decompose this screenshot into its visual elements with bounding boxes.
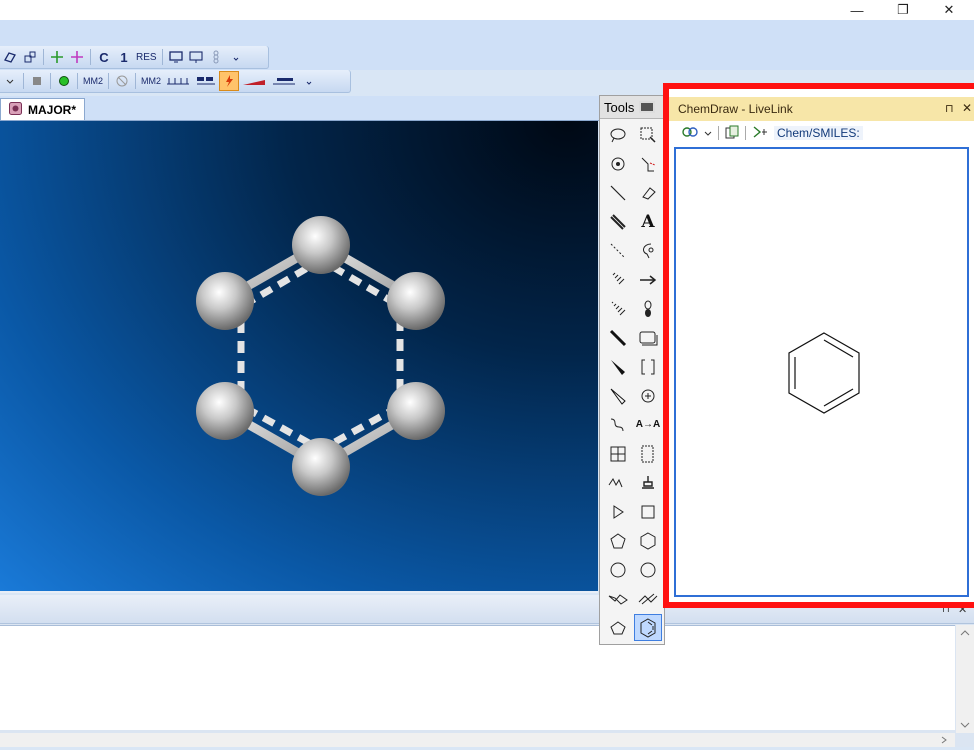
mapping-icon[interactable]: A→A xyxy=(634,411,662,438)
multiple-bond-icon[interactable] xyxy=(604,208,632,235)
translate-tool-icon[interactable] xyxy=(20,47,40,67)
eraser-icon[interactable] xyxy=(634,179,662,206)
monitor-icon[interactable] xyxy=(186,47,206,67)
output-panel: ⊓ ✕ xyxy=(0,595,974,747)
wavy-bond-icon[interactable] xyxy=(604,411,632,438)
grid-tool-icon[interactable] xyxy=(193,71,219,91)
rotate-atom-icon[interactable] xyxy=(604,150,632,177)
square-icon[interactable] xyxy=(634,498,662,525)
lasso-icon[interactable] xyxy=(604,121,632,148)
chair2-icon[interactable] xyxy=(634,585,662,612)
pen-icon[interactable] xyxy=(634,237,662,264)
output-text-area[interactable] xyxy=(0,625,955,730)
chair-icon[interactable] xyxy=(604,585,632,612)
hashed-wedge-icon[interactable] xyxy=(604,295,632,322)
tools-palette-header: Tools xyxy=(600,96,664,119)
dashed-bond-icon[interactable] xyxy=(604,237,632,264)
mm2-dynamics-button[interactable]: MM2 xyxy=(139,71,163,91)
benzene-structure-2d xyxy=(788,332,860,414)
display-icon[interactable] xyxy=(166,47,186,67)
disabled-icon[interactable] xyxy=(112,71,132,91)
hashed-bond-icon[interactable] xyxy=(604,266,632,293)
carbon-atom[interactable] xyxy=(387,272,445,330)
palette-menu-icon[interactable] xyxy=(639,101,656,113)
drawing-rect-icon[interactable] xyxy=(634,324,662,351)
play-icon[interactable] xyxy=(604,498,632,525)
minimize-button[interactable]: — xyxy=(834,0,880,20)
livelink-title-bar: ChemDraw - LiveLink ⊓ ✕ xyxy=(669,97,974,121)
livelink-title: ChemDraw - LiveLink xyxy=(678,102,793,116)
carbon-label-button[interactable]: C xyxy=(94,47,114,67)
residue-button[interactable]: RES xyxy=(134,47,159,67)
smiles-import-icon[interactable] xyxy=(752,125,768,142)
carbon-atom[interactable] xyxy=(196,382,254,440)
wedge-bond-icon[interactable] xyxy=(604,353,632,380)
tools-grid: A A→A xyxy=(600,119,664,643)
chain-icon[interactable] xyxy=(206,47,226,67)
table-icon[interactable] xyxy=(604,440,632,467)
benzene-ring-icon[interactable] xyxy=(634,614,662,641)
restore-button[interactable]: ❐ xyxy=(880,0,926,20)
overflow-chevron-icon[interactable] xyxy=(226,47,246,67)
rotate-tool-icon[interactable] xyxy=(0,47,20,67)
title-bar: — ❐ ✕ xyxy=(0,0,974,20)
dropdown-chevron-icon[interactable] xyxy=(704,126,712,140)
line-style-icon[interactable] xyxy=(269,71,299,91)
single-bond-icon[interactable] xyxy=(604,179,632,206)
pin-icon[interactable]: ⊓ xyxy=(945,102,954,115)
move-object-icon[interactable] xyxy=(47,47,67,67)
orbital-icon[interactable] xyxy=(634,295,662,322)
toolbar-row-2: MM2 MM2 xyxy=(0,70,351,93)
close-icon[interactable]: ✕ xyxy=(962,101,972,115)
arrow-icon[interactable] xyxy=(634,266,662,293)
horizontal-scrollbar[interactable] xyxy=(0,733,955,747)
tlc-plate-icon[interactable] xyxy=(634,440,662,467)
toolbar-row-1: C 1 RES xyxy=(0,46,269,69)
spectrum-icon[interactable] xyxy=(604,469,632,496)
pentagon-icon[interactable] xyxy=(604,527,632,554)
tools-title: Tools xyxy=(604,99,635,115)
livelink-panel-highlight: ChemDraw - LiveLink ⊓ ✕ Chem/SMILES: xyxy=(663,83,974,608)
stamp-icon[interactable] xyxy=(634,469,662,496)
dropdown-chevron-icon[interactable] xyxy=(0,71,20,91)
document-tabstrip: MAJOR* xyxy=(0,96,600,121)
bracket-icon[interactable] xyxy=(634,353,662,380)
benzene-3d-model xyxy=(196,216,445,496)
move-view-icon[interactable] xyxy=(67,47,87,67)
chem-smiles-button[interactable]: Chem/SMILES: xyxy=(774,126,863,140)
tab-label: MAJOR* xyxy=(28,102,77,117)
green-dot-icon[interactable] xyxy=(54,71,74,91)
bold-bond-icon[interactable] xyxy=(604,324,632,351)
molecule-3d-view[interactable] xyxy=(0,121,598,593)
carbon-atom[interactable] xyxy=(196,272,254,330)
hollow-wedge-icon[interactable] xyxy=(604,382,632,409)
color-ramp-icon[interactable] xyxy=(239,71,269,91)
mm2-minimize-button[interactable]: MM2 xyxy=(81,71,105,91)
marquee-icon[interactable] xyxy=(634,121,662,148)
sync-icon[interactable] xyxy=(682,125,698,142)
molecule-file-icon xyxy=(9,101,22,118)
carbon-atom[interactable] xyxy=(292,216,350,274)
cyclopentane-icon[interactable] xyxy=(604,614,632,641)
heptagon-icon[interactable] xyxy=(604,556,632,583)
close-button[interactable]: ✕ xyxy=(926,0,972,20)
text-tool-icon[interactable]: A xyxy=(634,208,662,235)
tools-palette: Tools A A→A xyxy=(599,95,665,645)
serial-number-button[interactable]: 1 xyxy=(114,47,134,67)
octagon-icon[interactable] xyxy=(634,556,662,583)
hexagon-icon[interactable] xyxy=(634,527,662,554)
carbon-atom[interactable] xyxy=(292,438,350,496)
charge-icon[interactable] xyxy=(634,382,662,409)
overflow-chevron-icon[interactable] xyxy=(299,71,319,91)
vertical-scrollbar[interactable] xyxy=(956,625,974,733)
lightning-icon[interactable] xyxy=(219,71,239,91)
measure-tool-icon[interactable] xyxy=(163,71,193,91)
copy-icon[interactable] xyxy=(725,125,739,142)
livelink-toolbar: Chem/SMILES: xyxy=(674,121,974,145)
carbon-atom[interactable] xyxy=(387,382,445,440)
tab-major[interactable]: MAJOR* xyxy=(0,98,86,120)
stop-icon[interactable] xyxy=(27,71,47,91)
bond-dash-icon[interactable] xyxy=(634,150,662,177)
chemdraw-canvas[interactable] xyxy=(674,147,969,597)
